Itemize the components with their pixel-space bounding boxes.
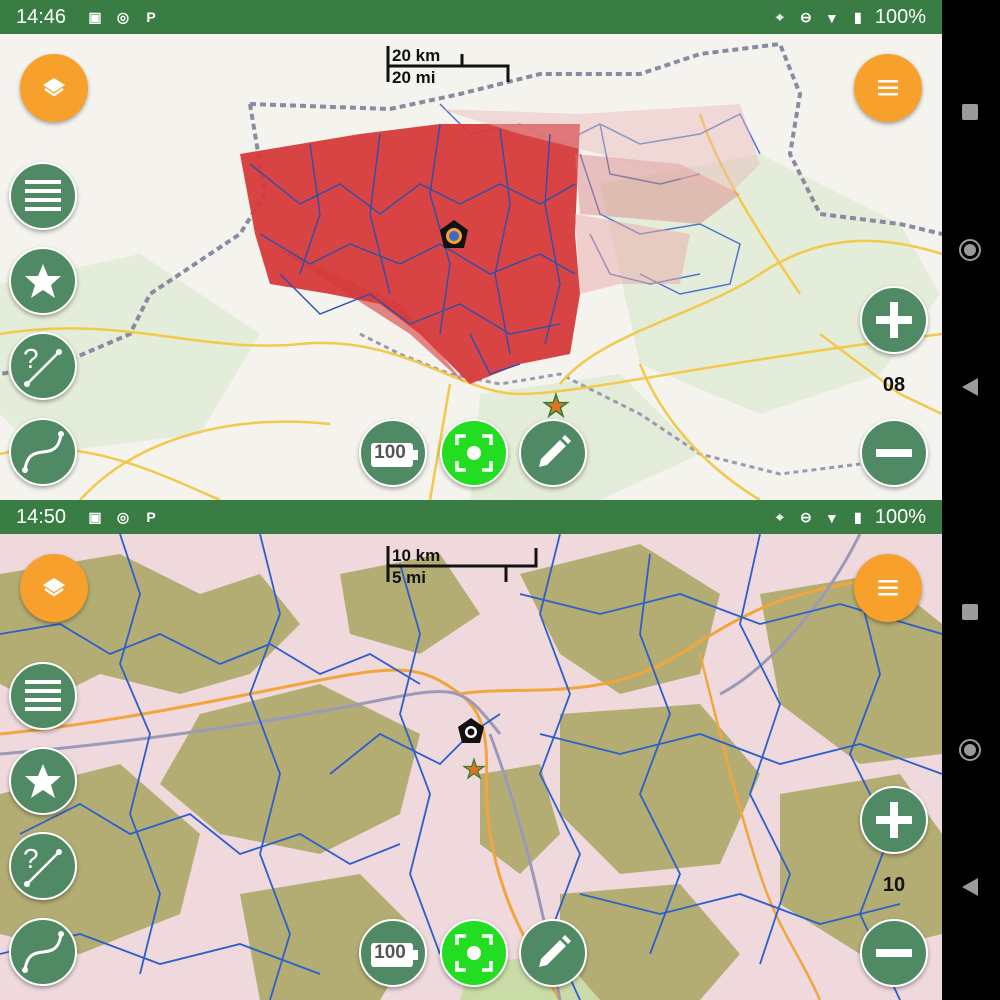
list-icon xyxy=(25,680,61,711)
zoom-out-button[interactable] xyxy=(860,919,928,987)
edit-button[interactable] xyxy=(519,919,587,987)
scale-metric: 20 km xyxy=(392,46,441,65)
location-icon: ⌖ xyxy=(775,9,784,25)
star-icon xyxy=(25,764,61,798)
status-time: 14:46 xyxy=(16,6,67,28)
layers-icon xyxy=(43,78,65,97)
gps-focus-button[interactable] xyxy=(440,419,508,487)
scale-metric: 10 km xyxy=(392,546,441,565)
status-bar: 14:50 ▣ ◎ P ⌖ ⊖ ▼ ▮ 100% xyxy=(0,500,942,534)
favorite-marker-icon[interactable]: ★ xyxy=(462,753,487,784)
battery-percent: 100% xyxy=(874,506,926,528)
zoom-level: 10 xyxy=(882,874,906,896)
bottom-screen: 14:50 ▣ ◎ P ⌖ ⊖ ▼ ▮ 100% ★ 10 km 5 mi 10… xyxy=(0,500,942,1000)
recents-icon xyxy=(962,104,978,120)
layers-button[interactable] xyxy=(20,54,88,122)
plus-icon xyxy=(876,302,912,338)
pencil-icon xyxy=(539,435,571,467)
home-button[interactable] xyxy=(958,238,982,267)
svg-text:?: ? xyxy=(23,843,39,874)
scale-imperial: 5 mi xyxy=(392,568,427,587)
battery-status-icon: ▮ xyxy=(853,9,862,25)
parking-notification-icon: P xyxy=(146,509,156,525)
battery-button[interactable]: 100 xyxy=(359,919,427,987)
home-button[interactable] xyxy=(958,738,982,767)
minus-icon xyxy=(876,949,912,957)
scale-imperial: 20 mi xyxy=(392,68,436,87)
list-button[interactable] xyxy=(9,162,77,230)
battery-percent: 100% xyxy=(874,6,926,28)
menu-button[interactable] xyxy=(854,54,922,122)
zoom-level: 08 xyxy=(882,374,906,396)
gps-focus-icon xyxy=(455,434,493,472)
track-button[interactable] xyxy=(9,418,77,486)
back-button[interactable] xyxy=(960,876,980,903)
zoom-out-button[interactable] xyxy=(860,419,928,487)
route-query-button[interactable]: ? xyxy=(9,332,77,400)
recents-icon xyxy=(962,604,978,620)
home-icon xyxy=(959,739,981,761)
status-time: 14:50 xyxy=(16,506,67,528)
track-curve-icon xyxy=(22,931,64,973)
battery-button[interactable]: 100 xyxy=(359,419,427,487)
list-button[interactable] xyxy=(9,662,77,730)
list-icon xyxy=(25,180,61,211)
status-bar: 14:46 ▣ ◎ P ⌖ ⊖ ▼ ▮ 100% xyxy=(0,0,942,34)
favorite-marker-icon[interactable]: ★ xyxy=(542,389,570,424)
gps-focus-icon xyxy=(455,934,493,972)
top-screen: 14:46 ▣ ◎ P ⌖ ⊖ ▼ ▮ 100% ★ 20 km 20 mi 0… xyxy=(0,0,942,500)
image-notification-icon: ▣ xyxy=(88,8,102,25)
route-query-icon: ? xyxy=(23,343,62,387)
back-icon xyxy=(962,878,978,896)
edit-button[interactable] xyxy=(519,419,587,487)
zoom-in-button[interactable] xyxy=(860,286,928,354)
wifi-icon: ▼ xyxy=(824,9,839,26)
layers-icon xyxy=(43,578,65,597)
track-curve-icon xyxy=(22,431,64,473)
zoom-in-button[interactable] xyxy=(860,786,928,854)
minus-icon xyxy=(876,449,912,457)
system-navigation-bar xyxy=(942,0,1000,1000)
home-icon xyxy=(959,239,981,261)
gps-focus-button[interactable] xyxy=(440,919,508,987)
battery-label: 100 xyxy=(374,942,406,963)
location-icon: ⌖ xyxy=(775,509,784,525)
svg-text:?: ? xyxy=(23,343,39,374)
parking-notification-icon: P xyxy=(146,9,156,25)
back-button[interactable] xyxy=(960,376,980,403)
plus-icon xyxy=(876,802,912,838)
battery-label: 100 xyxy=(374,442,406,463)
hamburger-menu-icon xyxy=(878,80,898,96)
menu-button[interactable] xyxy=(854,554,922,622)
dnd-icon: ⊖ xyxy=(799,509,812,525)
recents-button[interactable] xyxy=(960,102,980,127)
hamburger-menu-icon xyxy=(878,580,898,596)
favorites-button[interactable] xyxy=(9,247,77,315)
podcast-notification-icon: ◎ xyxy=(116,508,130,525)
back-icon xyxy=(962,378,978,396)
dnd-icon: ⊖ xyxy=(799,9,812,25)
star-icon xyxy=(25,264,61,298)
battery-status-icon: ▮ xyxy=(853,509,862,525)
image-notification-icon: ▣ xyxy=(88,508,102,525)
track-button[interactable] xyxy=(9,918,77,986)
podcast-notification-icon: ◎ xyxy=(116,8,130,25)
route-query-button[interactable]: ? xyxy=(9,832,77,900)
favorites-button[interactable] xyxy=(9,747,77,815)
recents-button[interactable] xyxy=(960,602,980,627)
route-query-icon: ? xyxy=(23,843,62,887)
pencil-icon xyxy=(539,935,571,967)
layers-button[interactable] xyxy=(20,554,88,622)
wifi-icon: ▼ xyxy=(824,509,839,526)
